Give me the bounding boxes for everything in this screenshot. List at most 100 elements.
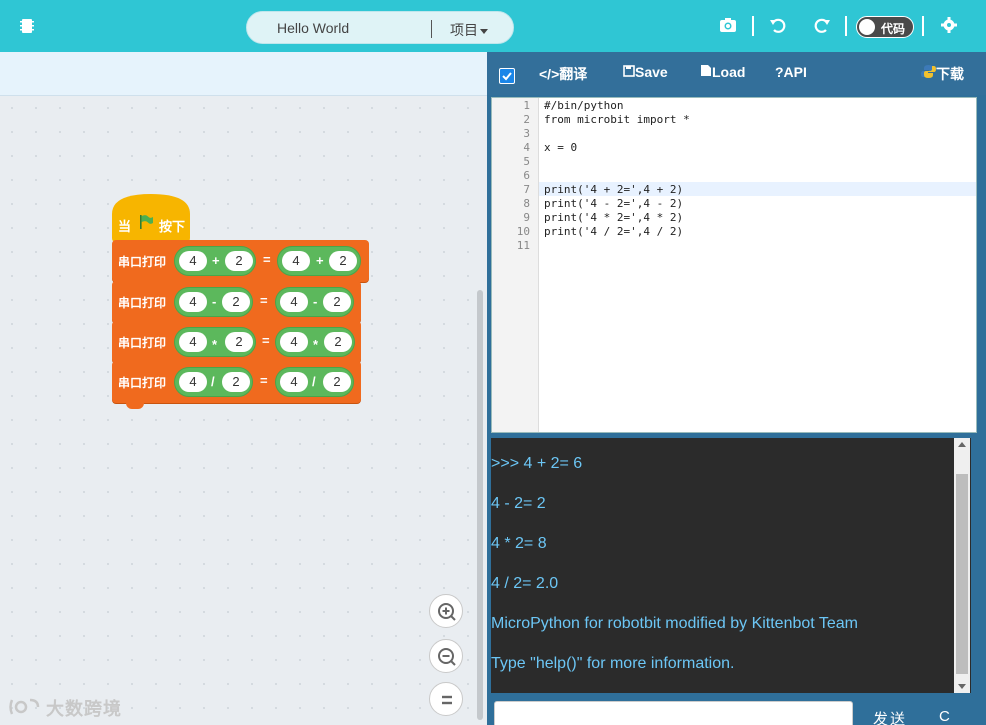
- terminal-line: >>> 4 + 2= 6: [491, 455, 583, 472]
- divider: [845, 16, 847, 36]
- serial-print-block[interactable]: 串口打印 4 + 2 = 4 + 2: [112, 240, 369, 288]
- sync-checkbox[interactable]: [499, 68, 515, 84]
- number-input[interactable]: 4: [280, 332, 308, 352]
- terminal-line: 4 * 2= 8: [491, 535, 547, 552]
- terminal-line: 4 / 2= 2.0: [491, 575, 559, 592]
- number-input[interactable]: 4: [280, 292, 308, 312]
- serial-print-block[interactable]: 串口打印 4 / 2 = 4 / 2: [112, 361, 361, 409]
- operator-symbol[interactable]: /: [211, 374, 215, 389]
- scroll-up-icon[interactable]: [958, 442, 966, 447]
- zoom-out-icon: [438, 648, 456, 666]
- line-number: 1: [523, 99, 530, 112]
- zoom-in-button[interactable]: [429, 594, 463, 628]
- project-menu-label: 项目: [450, 22, 478, 38]
- serial-terminal[interactable]: >>> 4 + 2= 6 4 - 2= 2 4 * 2= 8 4 / 2= 2.…: [491, 438, 971, 693]
- equals-label: =: [262, 333, 270, 348]
- line-number: 7: [523, 183, 530, 196]
- terminal-scrollbar[interactable]: [954, 438, 970, 693]
- load-button[interactable]: Load: [700, 64, 745, 80]
- send-button[interactable]: 发送: [873, 708, 907, 725]
- code-line[interactable]: x = 0: [544, 141, 577, 154]
- number-input[interactable]: 2: [222, 292, 250, 312]
- code-line[interactable]: from microbit import *: [544, 113, 690, 126]
- operator-block[interactable]: 4 / 2: [275, 367, 354, 397]
- scroll-down-icon[interactable]: [958, 684, 966, 689]
- code-editor[interactable]: 1 2 3 4 5 6 7 8 9 10 11 #/bin/python fro…: [491, 97, 977, 433]
- equals-label: =: [260, 373, 268, 388]
- operator-symbol[interactable]: +: [212, 253, 220, 268]
- watermark-text: 大数跨境: [46, 699, 122, 719]
- camera-icon[interactable]: [718, 15, 738, 35]
- code-toggle-label: 代码: [881, 22, 906, 36]
- operator-symbol[interactable]: *: [313, 337, 318, 352]
- scrollbar-thumb[interactable]: [956, 474, 968, 674]
- equals-label: =: [263, 252, 271, 267]
- number-input[interactable]: 4: [179, 292, 207, 312]
- code-line[interactable]: #/bin/python: [544, 99, 623, 112]
- gear-icon[interactable]: [939, 15, 959, 35]
- save-button[interactable]: Save: [623, 64, 668, 80]
- number-input[interactable]: 2: [323, 292, 351, 312]
- serial-print-block[interactable]: 串口打印 4 - 2 = 4 - 2: [112, 281, 361, 329]
- save-label: Save: [635, 64, 668, 80]
- check-icon: [502, 72, 512, 81]
- file-icon: [701, 65, 711, 76]
- project-menu[interactable]: 项目: [450, 20, 488, 40]
- equals-icon: [442, 695, 452, 705]
- operator-block[interactable]: 4 - 2: [275, 287, 354, 317]
- number-input[interactable]: 2: [225, 332, 253, 352]
- code-line[interactable]: print('4 - 2=',4 - 2): [544, 197, 683, 210]
- project-pill: Hello World 项目: [246, 11, 514, 44]
- operator-block[interactable]: 4 + 2: [277, 246, 361, 276]
- undo-icon[interactable]: [768, 15, 788, 35]
- number-input[interactable]: 2: [329, 251, 357, 271]
- load-label: Load: [712, 64, 746, 80]
- zoom-in-icon: [438, 603, 456, 621]
- download-label: 下载: [936, 66, 964, 82]
- number-input[interactable]: 2: [225, 251, 253, 271]
- download-button[interactable]: 下载: [921, 64, 964, 84]
- operator-symbol[interactable]: -: [313, 294, 317, 309]
- operator-block[interactable]: 4 + 2: [174, 246, 256, 276]
- code-toggle[interactable]: 代码: [856, 16, 914, 38]
- api-button[interactable]: ?API: [775, 64, 807, 80]
- code-line[interactable]: print('4 / 2=',4 / 2): [544, 225, 683, 238]
- code-line[interactable]: print('4 + 2=',4 + 2): [544, 183, 683, 196]
- number-input[interactable]: 2: [222, 372, 250, 392]
- zoom-reset-button[interactable]: [429, 682, 463, 716]
- operator-block[interactable]: 4 * 2: [174, 327, 256, 357]
- operator-block[interactable]: 4 - 2: [174, 287, 253, 317]
- operator-symbol[interactable]: -: [212, 294, 216, 309]
- chip-icon[interactable]: [20, 18, 34, 34]
- translate-button[interactable]: </>翻译: [539, 64, 587, 84]
- operator-block[interactable]: 4 * 2: [275, 327, 355, 357]
- serial-print-block[interactable]: 串口打印 4 * 2 = 4 * 2: [112, 321, 361, 369]
- number-input[interactable]: 4: [282, 251, 310, 271]
- operator-block[interactable]: 4 / 2: [174, 367, 253, 397]
- workspace-scrollbar[interactable]: [477, 290, 483, 720]
- clear-button[interactable]: C: [939, 708, 950, 725]
- redo-icon[interactable]: [812, 15, 832, 35]
- serial-send-input[interactable]: [494, 701, 853, 725]
- operator-symbol[interactable]: *: [212, 337, 217, 352]
- number-input[interactable]: 4: [179, 332, 207, 352]
- project-name-input[interactable]: Hello World: [277, 20, 349, 36]
- operator-symbol[interactable]: /: [312, 374, 316, 389]
- number-input[interactable]: 2: [324, 332, 352, 352]
- floppy-icon: [623, 65, 635, 77]
- operator-symbol[interactable]: +: [316, 253, 324, 268]
- zoom-out-button[interactable]: [429, 639, 463, 673]
- line-number: 3: [523, 127, 530, 140]
- number-input[interactable]: 4: [179, 251, 207, 271]
- block-label: 串口打印: [118, 376, 167, 390]
- python-icon: [921, 65, 936, 78]
- workspace-header: [0, 52, 487, 96]
- block-workspace[interactable]: [0, 96, 487, 725]
- block-label: 串口打印: [118, 336, 167, 350]
- block-label: 串口打印: [118, 296, 167, 310]
- toggle-knob: [859, 19, 875, 35]
- number-input[interactable]: 4: [280, 372, 308, 392]
- code-line[interactable]: print('4 * 2=',4 * 2): [544, 211, 683, 224]
- number-input[interactable]: 2: [323, 372, 351, 392]
- number-input[interactable]: 4: [179, 372, 207, 392]
